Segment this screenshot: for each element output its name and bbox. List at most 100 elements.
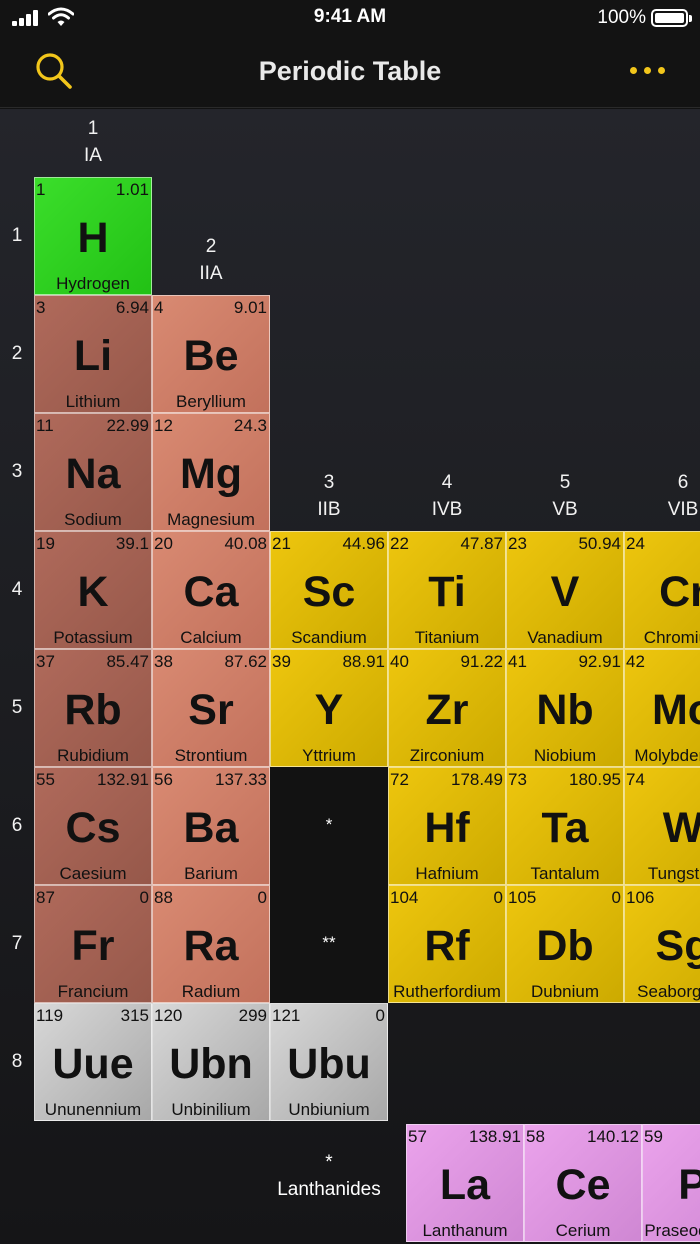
element-name: Unbinilium [171,1100,251,1119]
element-symbol: Be [183,332,239,380]
status-time: 9:41 AM [313,6,387,27]
atomic-mass: 91.22 [460,652,503,671]
atomic-number: 38 [154,652,173,671]
atomic-number: 121 [272,1006,301,1025]
element-name: Rutherfordium [393,982,501,1001]
element-name: Tantalum [530,864,600,883]
atomic-number: 11 [36,416,54,435]
atomic-number: 4 [154,298,164,317]
atomic-number: 119 [36,1006,64,1025]
element-symbol: Mo [651,686,700,734]
element-name: Cerium [555,1221,611,1240]
page-title: Periodic Table [258,56,442,86]
element-symbol: Sg [655,922,700,970]
atomic-number: 74 [626,770,645,789]
element-cell[interactable]: 106Sg Seaborgium [624,885,700,1003]
atomic-number: 56 [154,770,173,789]
navigation-bar: Periodic Table [0,36,700,108]
atomic-number: 3 [36,298,46,317]
atomic-number: 105 [508,888,537,907]
element-cell[interactable]: 56 137.33 Ba Barium [152,767,270,885]
series-placeholder[interactable]: * [270,767,388,885]
element-cell[interactable]: 12 24.3 Mg Magnesium [152,413,270,531]
element-cell[interactable]: 88 0 Ra Radium [152,885,270,1003]
atomic-mass: 0 [611,888,621,907]
element-cell[interactable]: 121 0 Ubu Unbiunium [270,1003,388,1121]
atomic-mass: 40.08 [224,534,267,553]
element-symbol: Mg [179,450,243,498]
element-name: Magnesium [167,510,255,529]
atomic-mass: 39.1 [115,534,149,553]
atomic-number: 106 [626,888,655,907]
element-cell[interactable]: 1 1.01 H Hydrogen [34,177,152,295]
group-number-label: 4 [441,472,453,493]
atomic-number: 55 [36,770,55,789]
element-symbol: Ra [183,922,239,970]
element-name: Niobium [533,746,597,765]
series-marker: ** [322,933,336,952]
group-number-label: 1 [87,118,99,139]
element-cell[interactable]: 24 Cr Chromium [624,531,700,649]
atomic-number: 19 [36,534,55,553]
atomic-mass: 9.01 [233,298,267,317]
atomic-number: 104 [390,888,419,907]
element-name: Radium [181,982,241,1001]
element-symbol: Ba [183,804,239,852]
element-symbol: Ubu [287,1040,371,1088]
group-number-label: 5 [559,472,571,493]
atomic-mass: 88.91 [342,652,385,671]
element-name: Chromium [643,628,700,647]
element-symbol: W [662,804,700,852]
group-number-label: 6 [677,472,689,493]
atomic-number: 40 [390,652,409,671]
element-symbol: Cr [659,568,700,616]
atomic-number: 1 [36,180,46,199]
atomic-mass: 138.91 [469,1127,521,1146]
battery-icon [651,9,692,27]
atomic-number: 21 [272,534,291,553]
atomic-number: 22 [390,534,409,553]
atomic-number: 59 [644,1127,663,1146]
element-name: Tungsten [647,864,700,883]
element-name: Caesium [59,864,127,883]
periodic-table[interactable]: 1 IA 2 IIA 3 IIB 4 IVB 5 VB 6 VIB 1 2 3 4 5 6 7 8 1 1.01 H Hydr… [0,109,700,1244]
element-name: Praseodymium [644,1221,700,1240]
atomic-mass: 0 [493,888,503,907]
atomic-number: 24 [626,534,645,553]
atomic-mass: 47.87 [460,534,503,553]
more-button[interactable] [630,66,666,78]
group-roman-label: VIB [667,499,699,520]
lanthanides-label: * Lanthanides [270,1149,388,1203]
atomic-number: 20 [154,534,173,553]
atomic-mass: 137.33 [215,770,267,789]
element-name: Hafnium [415,864,479,883]
atomic-number: 41 [508,652,527,671]
atomic-number: 120 [154,1006,183,1025]
element-name: Sodium [64,510,122,529]
atomic-mass: 87.62 [224,652,267,671]
element-name: Barium [184,864,238,883]
atomic-mass: 92.91 [578,652,621,671]
element-name: Strontium [174,746,248,765]
atomic-mass: 299 [238,1006,267,1025]
element-name: Calcium [180,628,242,647]
element-name: Vanadium [527,628,603,647]
element-cell[interactable]: 7418WTungsten [624,767,700,885]
lanthanides-marker: * [325,1152,333,1173]
status-bar: 9:41 AM 100% [0,0,700,36]
series-placeholder[interactable]: ** [270,885,388,1003]
atomic-number: 57 [408,1127,427,1146]
element-name: Beryllium [176,392,246,411]
battery-percent: 100% [597,7,646,28]
atomic-mass: 22.99 [106,416,149,435]
element-name: Dubnium [530,982,600,1001]
element-name: Molybdenum [634,746,700,765]
atomic-mass: 0 [139,888,149,907]
group-roman-label: VB [552,499,578,520]
element-name: Yttrium [302,746,356,765]
element-name: Hydrogen [56,274,130,293]
element-cell[interactable]: 429MoMolybdenum [624,649,700,767]
element-cell[interactable]: 59 Pr Praseodymium [642,1124,700,1242]
element-cell[interactable]: 4 9.01 Be Beryllium [152,295,270,413]
atomic-mass: 0 [375,1006,385,1025]
